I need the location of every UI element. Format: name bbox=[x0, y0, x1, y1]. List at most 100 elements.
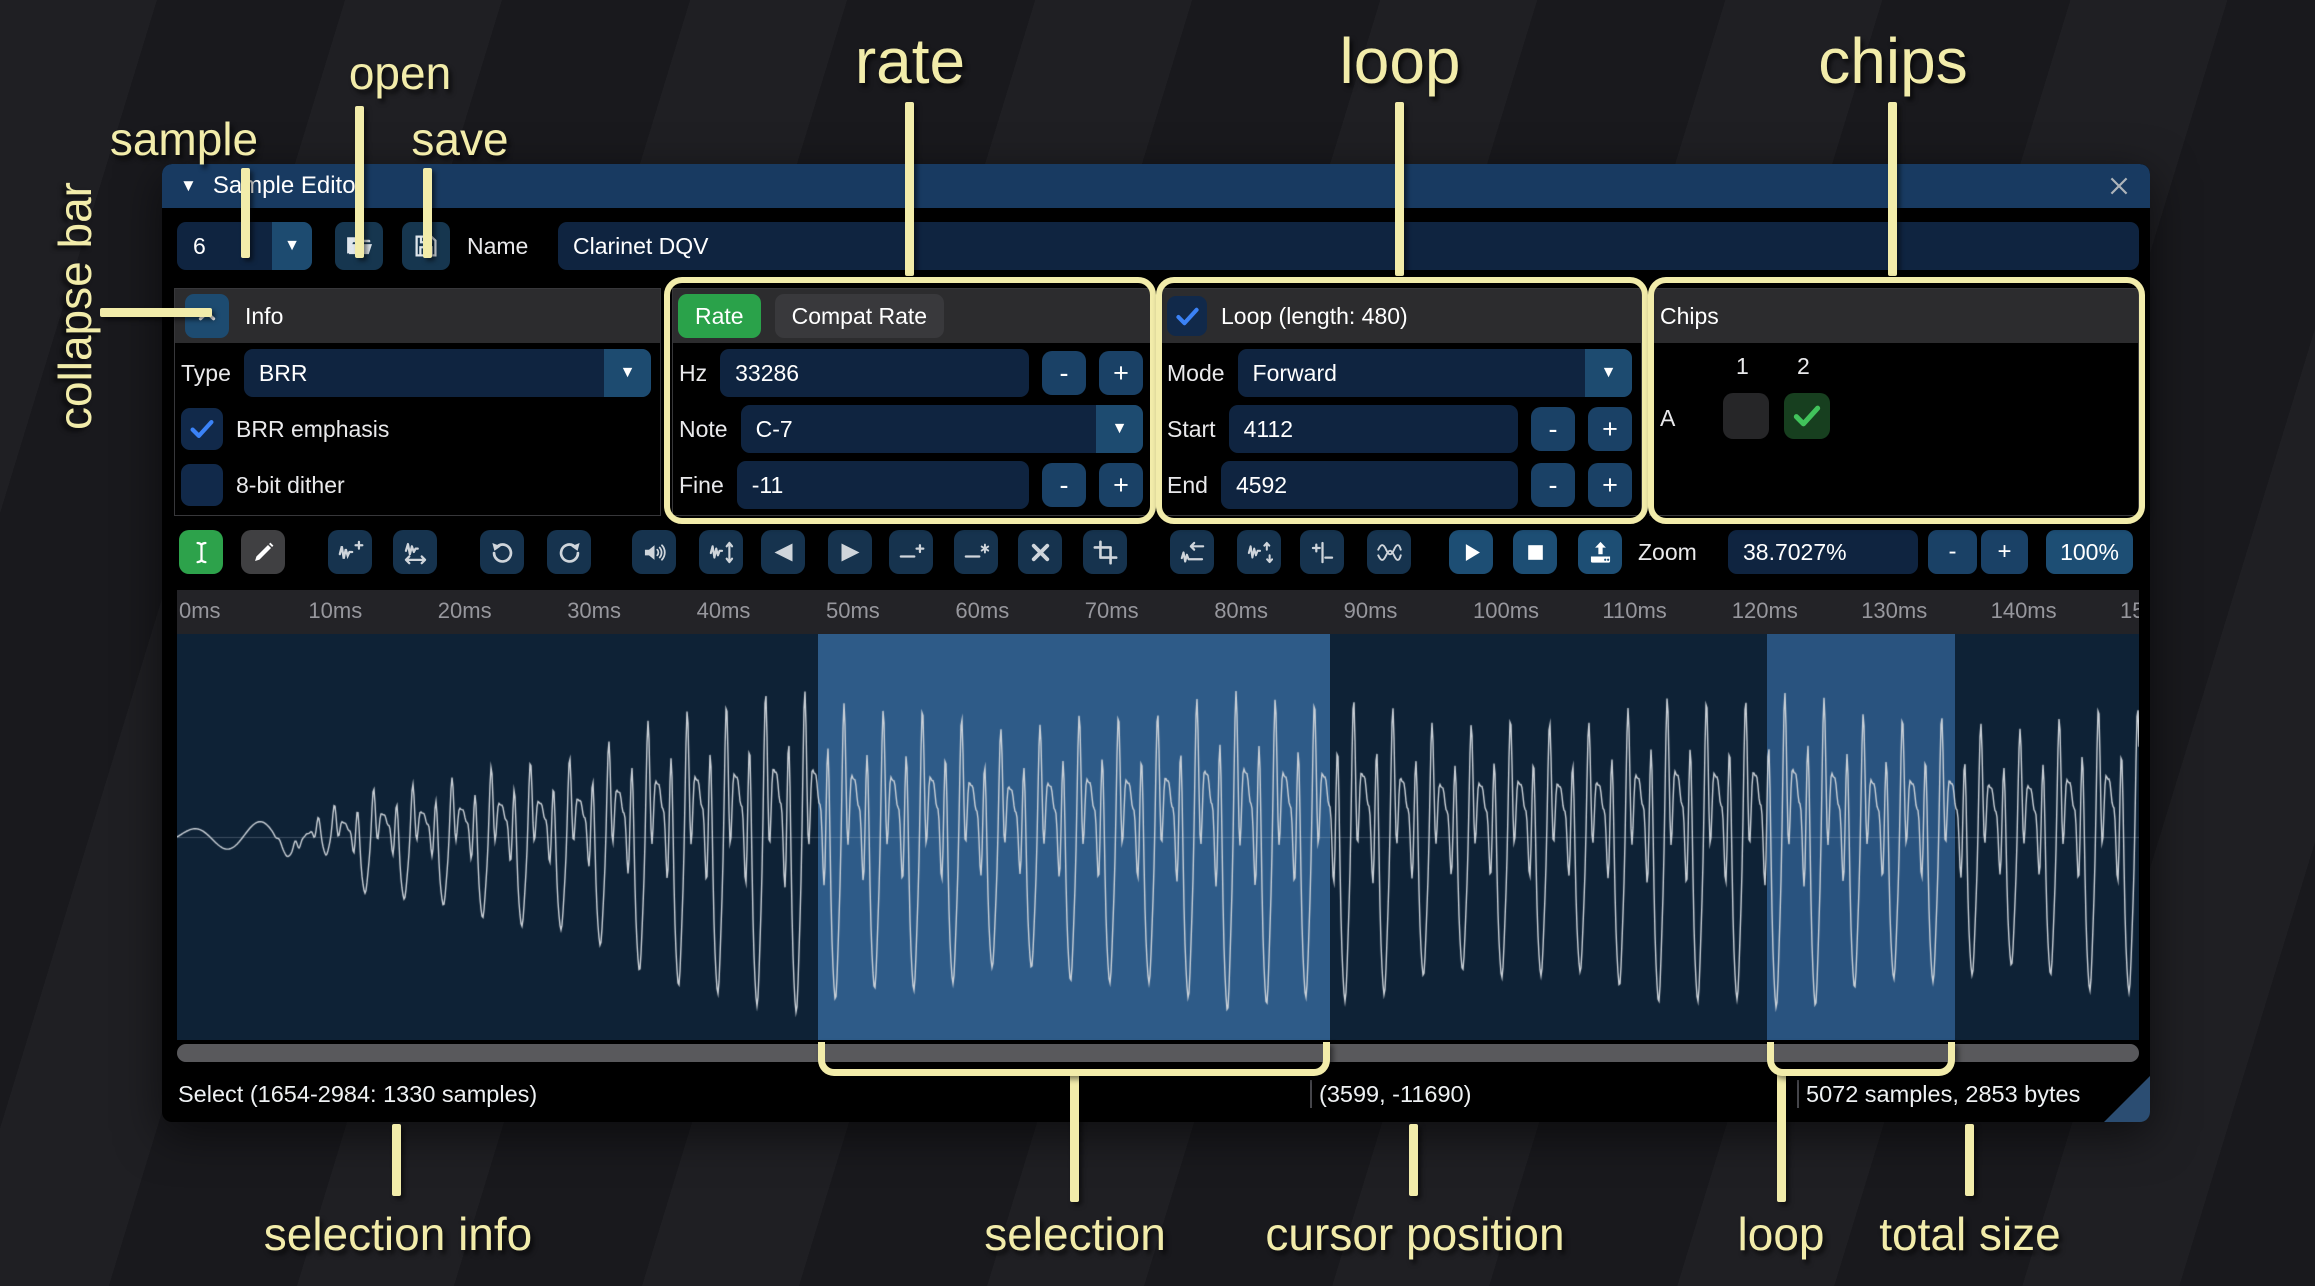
annotation-sample: sample bbox=[110, 112, 258, 166]
info-panel-header: Info bbox=[175, 289, 660, 343]
ruler-tick: 30ms bbox=[567, 598, 621, 624]
ruler-tick: 100ms bbox=[1473, 598, 1539, 624]
undo-icon bbox=[489, 539, 516, 566]
zoom-reset-button[interactable]: 100% bbox=[2046, 530, 2133, 574]
type-select[interactable]: BRR ▼ bbox=[244, 349, 651, 397]
invert-button[interactable] bbox=[1237, 530, 1281, 574]
type-label: Type bbox=[181, 360, 231, 387]
resample-button[interactable] bbox=[393, 530, 437, 574]
fade-in-button[interactable] bbox=[761, 530, 805, 574]
stop-icon bbox=[1522, 539, 1549, 566]
brr-emphasis-label: BRR emphasis bbox=[236, 416, 389, 443]
annotation-line-selection bbox=[1070, 1070, 1079, 1202]
annotation-bracket-loop bbox=[1767, 1042, 1955, 1076]
name-input[interactable]: Clarinet DQV bbox=[558, 222, 2139, 270]
resize-button[interactable] bbox=[328, 530, 372, 574]
draw-tool-button[interactable] bbox=[241, 530, 285, 574]
annotation-box-loop bbox=[1156, 277, 1648, 524]
redo-button[interactable] bbox=[547, 530, 591, 574]
signed-unsigned-button[interactable] bbox=[1300, 530, 1344, 574]
window-titlebar[interactable]: ▼ Sample Editor bbox=[162, 164, 2150, 208]
ruler-tick: 110ms bbox=[1602, 598, 1666, 624]
info-panel-title: Info bbox=[245, 303, 283, 330]
close-icon bbox=[2106, 173, 2132, 199]
undo-button[interactable] bbox=[480, 530, 524, 574]
annotation-selection-info: selection info bbox=[264, 1207, 533, 1261]
annotation-line-rate bbox=[905, 102, 914, 276]
annotation-line-save bbox=[423, 168, 432, 258]
ruler-tick: 120ms bbox=[1732, 598, 1798, 624]
zoom-in-button[interactable]: + bbox=[1981, 530, 2028, 574]
wave-stretch-icon bbox=[402, 539, 429, 566]
play-button[interactable] bbox=[1449, 530, 1493, 574]
delete-button[interactable] bbox=[1018, 530, 1062, 574]
chevron-down-icon: ▼ bbox=[604, 349, 651, 397]
silence-star-icon bbox=[963, 539, 990, 566]
annotation-line-cursor-position bbox=[1409, 1124, 1418, 1196]
timeline-ruler[interactable]: 0ms10ms20ms30ms40ms50ms60ms70ms80ms90ms1… bbox=[177, 590, 2139, 634]
annotation-collapse-bar: collapse bar bbox=[48, 182, 102, 430]
trim-button[interactable] bbox=[1083, 530, 1127, 574]
total-size-status: 5072 samples, 2853 bytes bbox=[1806, 1078, 2080, 1110]
annotation-line-loop bbox=[1395, 102, 1404, 276]
annotation-loop-region: loop bbox=[1738, 1207, 1825, 1261]
annotated-screenshot: ▼ Sample Editor 6 ▼ bbox=[0, 0, 2315, 1286]
brr-emphasis-row: BRR emphasis bbox=[175, 405, 660, 453]
annotation-selection: selection bbox=[984, 1207, 1166, 1261]
speaker-icon bbox=[641, 539, 668, 566]
ruler-tick: 130ms bbox=[1861, 598, 1927, 624]
annotation-box-rate bbox=[664, 277, 1156, 524]
wave-invert-icon bbox=[1246, 539, 1273, 566]
name-input-value: Clarinet DQV bbox=[573, 233, 708, 260]
reverse-button[interactable] bbox=[1170, 530, 1214, 574]
annotation-rate: rate bbox=[855, 24, 965, 98]
fade-out-button[interactable] bbox=[828, 530, 872, 574]
zoom-input[interactable]: 38.7027% bbox=[1728, 530, 1918, 574]
wave-vertical-arrows-icon bbox=[708, 539, 735, 566]
ruler-tick: 80ms bbox=[1214, 598, 1268, 624]
ruler-tick: 10ms bbox=[308, 598, 362, 624]
annotation-line-open bbox=[355, 106, 364, 258]
x-icon bbox=[1027, 539, 1054, 566]
wave-plus-icon bbox=[337, 539, 364, 566]
plus-minus-sign-icon bbox=[1309, 539, 1336, 566]
selection-info-status: Select (1654-2984: 1330 samples) bbox=[178, 1078, 537, 1110]
annotation-total-size: total size bbox=[1879, 1207, 2061, 1261]
ruler-tick: 0ms bbox=[179, 598, 221, 624]
normalize-button[interactable] bbox=[699, 530, 743, 574]
annotation-box-chips bbox=[1648, 277, 2145, 524]
type-row: Type BRR ▼ bbox=[175, 349, 660, 397]
status-divider bbox=[1797, 1080, 1799, 1108]
amplify-button[interactable] bbox=[632, 530, 676, 574]
select-tool-button[interactable] bbox=[179, 530, 223, 574]
fade-in-icon bbox=[770, 539, 797, 566]
dither-checkbox[interactable] bbox=[181, 464, 223, 506]
ruler-tick: 70ms bbox=[1085, 598, 1139, 624]
stop-button[interactable] bbox=[1513, 530, 1557, 574]
zoom-out-button[interactable]: - bbox=[1928, 530, 1977, 574]
zoom-label: Zoom bbox=[1638, 530, 1697, 574]
export-button[interactable] bbox=[1578, 530, 1622, 574]
fade-out-icon bbox=[837, 539, 864, 566]
status-divider bbox=[1310, 1080, 1312, 1108]
insert-silence-button[interactable] bbox=[889, 530, 933, 574]
ruler-tick: 60ms bbox=[955, 598, 1009, 624]
dither-row: 8-bit dither bbox=[175, 461, 660, 509]
upload-icon bbox=[1587, 539, 1614, 566]
annotation-line-loop-region bbox=[1777, 1070, 1786, 1202]
waveform-view[interactable] bbox=[177, 634, 2139, 1040]
apply-silence-button[interactable] bbox=[954, 530, 998, 574]
annotation-line-total-size bbox=[1965, 1124, 1974, 1196]
play-icon bbox=[1458, 539, 1485, 566]
waveform-canvas[interactable] bbox=[177, 634, 2139, 1040]
filter-waves-icon bbox=[1376, 539, 1403, 566]
ruler-tick: 50ms bbox=[826, 598, 880, 624]
window-collapse-icon[interactable]: ▼ bbox=[180, 176, 197, 196]
window-resize-grip[interactable] bbox=[2104, 1076, 2150, 1122]
brr-emphasis-checkbox[interactable] bbox=[181, 408, 223, 450]
close-button[interactable] bbox=[2106, 173, 2132, 199]
filter-button[interactable] bbox=[1367, 530, 1411, 574]
chevron-down-icon[interactable]: ▼ bbox=[272, 222, 312, 270]
cursor-position-status: (3599, -11690) bbox=[1319, 1078, 1471, 1110]
zoom-value: 38.7027% bbox=[1743, 539, 1847, 566]
